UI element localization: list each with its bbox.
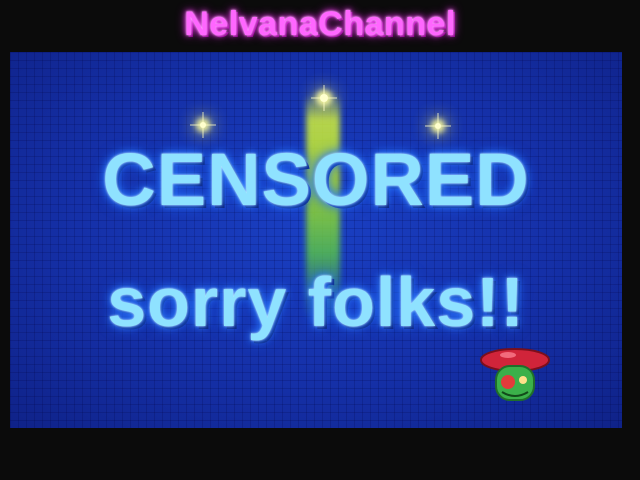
sparkle-icon bbox=[320, 94, 328, 102]
sparkle-icon bbox=[435, 123, 441, 129]
tv-screen: CENSORED sorry folks!! bbox=[10, 52, 622, 428]
mushroom-character-icon bbox=[480, 348, 550, 401]
apology-message: sorry folks!! bbox=[107, 263, 525, 341]
censored-heading: CENSORED bbox=[102, 138, 530, 221]
sparkle-icon bbox=[200, 122, 206, 128]
channel-title: NelvanaChannel bbox=[184, 5, 456, 43]
video-frame: NelvanaChannel CENSORED sorry folks!! bbox=[0, 0, 640, 480]
